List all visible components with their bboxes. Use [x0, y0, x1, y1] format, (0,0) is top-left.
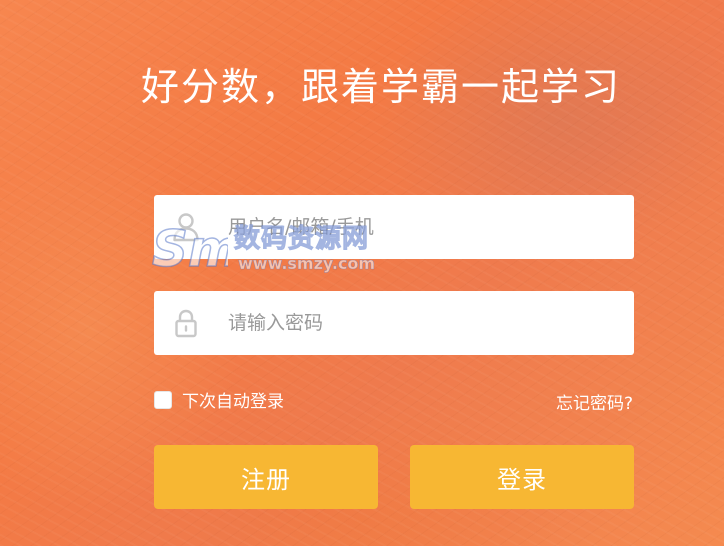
login-button[interactable]: 登录 [410, 445, 634, 509]
username-field[interactable] [154, 195, 634, 259]
remember-me-toggle[interactable]: 下次自动登录 [154, 387, 284, 412]
password-field[interactable] [154, 291, 634, 355]
login-page: 好分数，跟着学霸一起学习 下次自动登录 忘记密码? 注册 登录 Sm [0, 0, 724, 546]
remember-me-checkbox[interactable] [154, 390, 172, 409]
password-input[interactable] [228, 291, 618, 355]
register-button[interactable]: 注册 [154, 445, 378, 509]
user-icon [172, 212, 200, 242]
remember-me-label: 下次自动登录 [182, 392, 284, 412]
forgot-password-link[interactable]: 忘记密码? [556, 389, 633, 414]
lock-icon [172, 308, 200, 338]
username-input[interactable] [228, 195, 618, 259]
headline: 好分数，跟着学霸一起学习 [141, 65, 622, 109]
